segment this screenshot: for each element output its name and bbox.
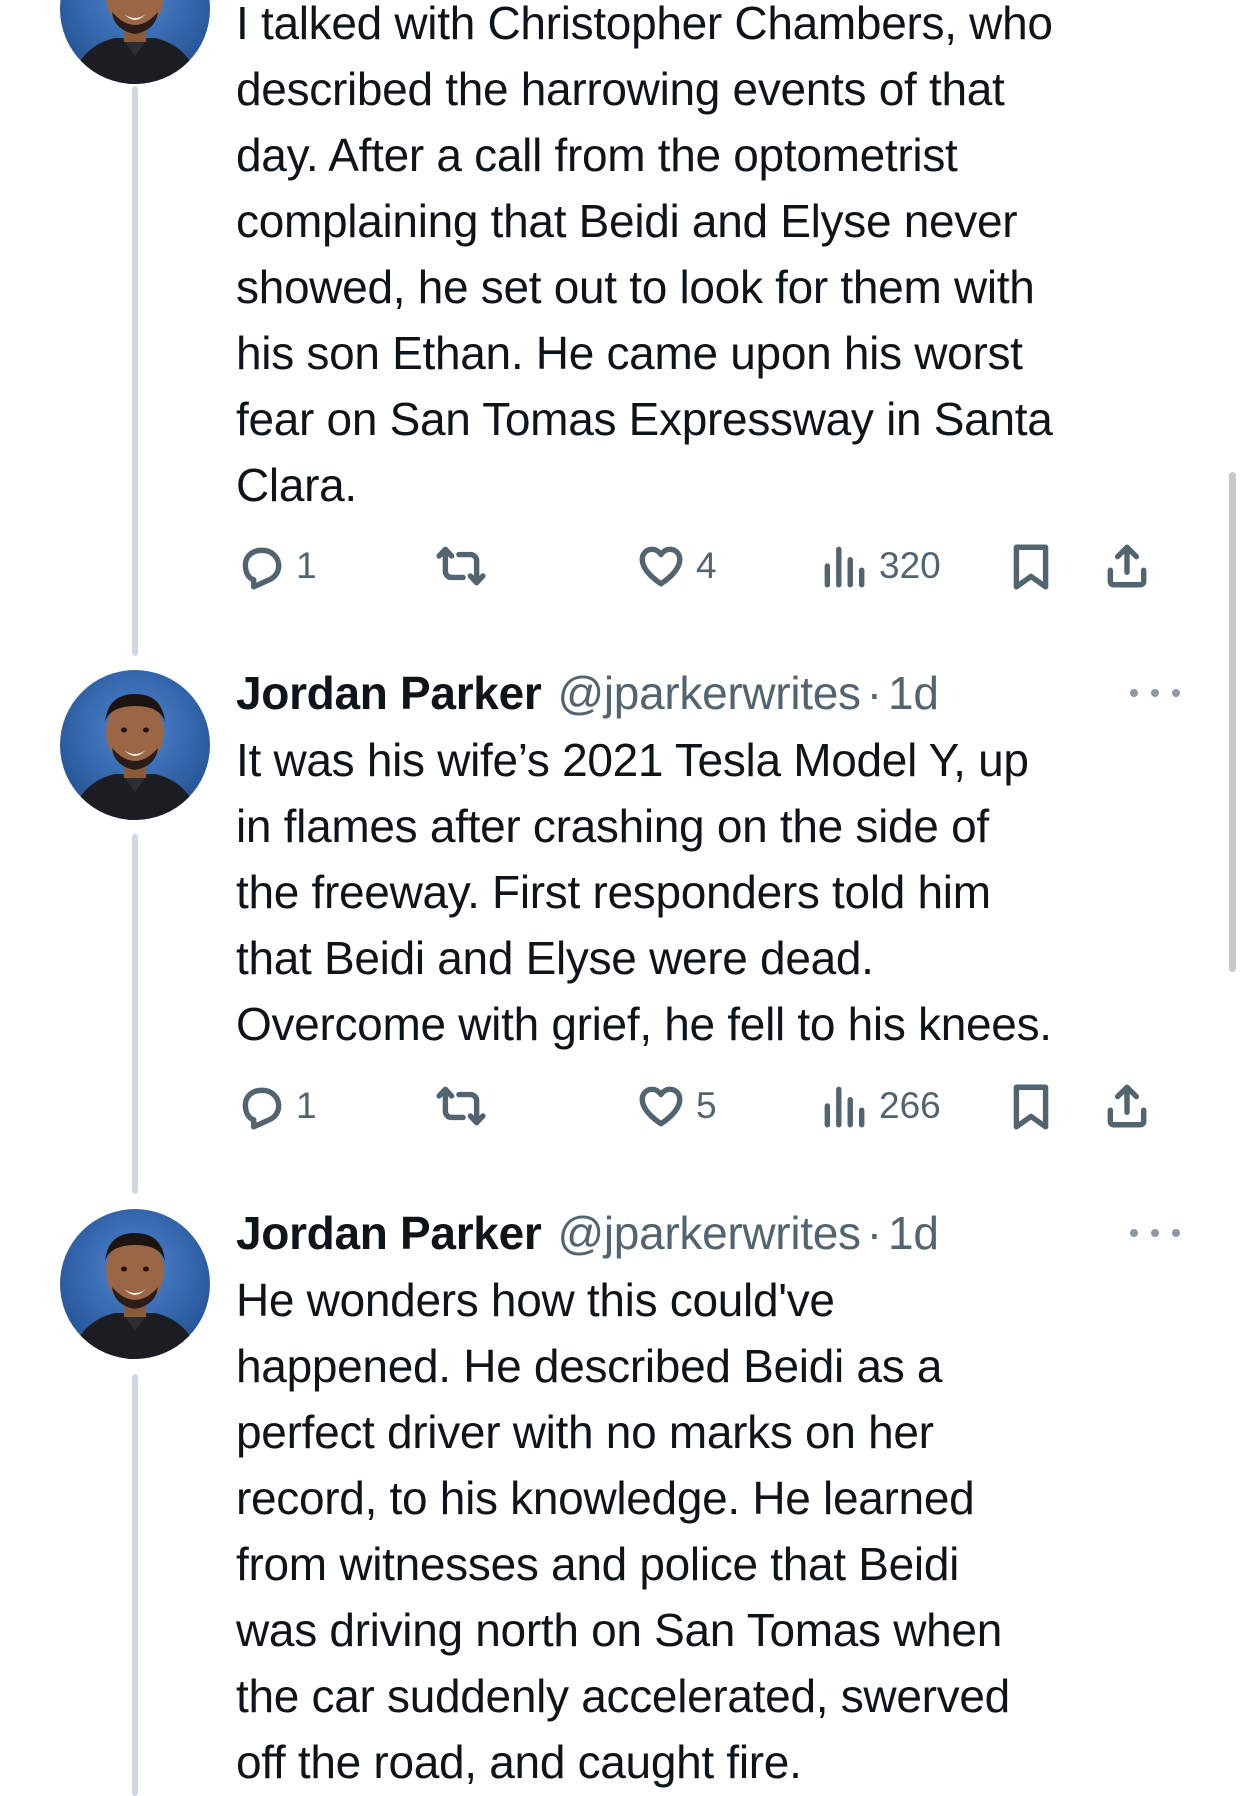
views-button[interactable]: 266	[819, 1076, 941, 1136]
tweet-actions: 1 4 320	[236, 536, 1186, 596]
views-count: 266	[879, 1085, 941, 1126]
timestamp[interactable]: 1d	[888, 666, 939, 720]
thread-line	[132, 86, 138, 656]
separator: ·	[866, 1207, 883, 1259]
author-handle[interactable]: @jparkerwrites	[557, 666, 861, 720]
share-button[interactable]	[1102, 1076, 1152, 1136]
avatar[interactable]	[60, 1209, 210, 1359]
bookmark-button[interactable]	[1006, 536, 1056, 596]
share-icon	[1107, 1084, 1147, 1128]
bookmark-icon	[1013, 1084, 1049, 1130]
like-button[interactable]: 5	[636, 1076, 717, 1136]
views-button[interactable]: 320	[819, 536, 941, 596]
avatar[interactable]	[60, 0, 210, 84]
bookmark-button[interactable]	[1006, 1076, 1056, 1136]
bookmark-icon	[1013, 544, 1049, 590]
share-button[interactable]	[1102, 536, 1152, 596]
author-handle[interactable]: @jparkerwrites	[557, 1206, 861, 1260]
tweet-header: Jordan Parker @jparkerwrites · 1d	[236, 1200, 939, 1266]
more-icon	[1130, 1229, 1138, 1237]
more-icon	[1130, 689, 1138, 697]
reply-icon	[242, 547, 282, 590]
tweet-actions: 1 5 266	[236, 1076, 1186, 1136]
avatar[interactable]	[60, 670, 210, 820]
reply-count: 1	[296, 1085, 317, 1126]
views-icon	[824, 1086, 865, 1128]
scrollbar[interactable]	[1229, 472, 1236, 972]
retweet-icon	[436, 546, 486, 586]
heart-icon	[639, 546, 683, 587]
views-count: 320	[879, 545, 941, 586]
retweet-icon	[436, 1086, 486, 1126]
reply-count: 1	[296, 545, 317, 586]
author-name[interactable]: Jordan Parker	[236, 1206, 542, 1260]
share-icon	[1107, 544, 1147, 588]
more-button[interactable]	[1130, 673, 1180, 713]
tweet-text: It was his wife’s 2021 Tesla Model Y, up…	[236, 734, 1052, 1050]
thread-line	[132, 834, 138, 1194]
timestamp[interactable]: 1d	[888, 1206, 939, 1260]
thread-line	[132, 1374, 138, 1796]
tweet-header: Jordan Parker @jparkerwrites · 1d	[236, 660, 939, 726]
reply-icon	[242, 1087, 282, 1130]
separator: ·	[866, 667, 883, 719]
tweet-text: I talked with Christopher Chambers, who …	[236, 0, 1053, 511]
like-count: 5	[696, 1085, 717, 1126]
tweet-text: He wonders how this could've happened. H…	[236, 1274, 1010, 1788]
retweet-button[interactable]	[436, 1076, 486, 1136]
like-count: 4	[696, 545, 717, 586]
author-name[interactable]: Jordan Parker	[236, 666, 542, 720]
retweet-button[interactable]	[436, 536, 486, 596]
like-button[interactable]: 4	[636, 536, 717, 596]
views-icon	[824, 546, 865, 588]
more-button[interactable]	[1130, 1213, 1180, 1253]
heart-icon	[639, 1086, 683, 1127]
reply-button[interactable]: 1	[236, 1076, 317, 1136]
reply-button[interactable]: 1	[236, 536, 317, 596]
